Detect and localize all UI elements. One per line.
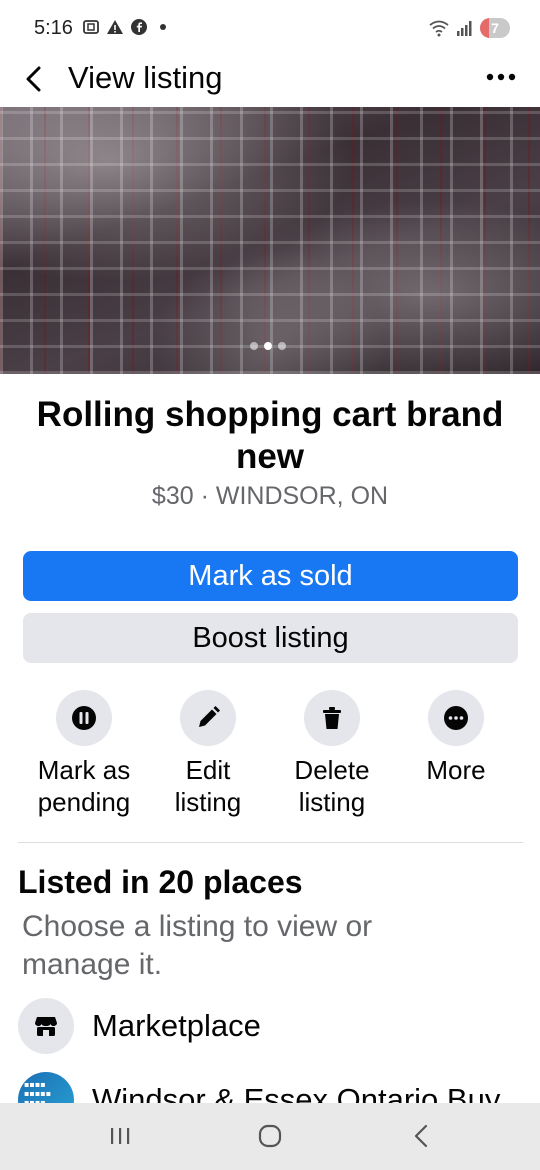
status-right-icons: 7 xyxy=(428,18,510,38)
status-left-icons xyxy=(82,18,166,36)
listing-photo[interactable] xyxy=(0,107,540,374)
more-horizontal-icon[interactable] xyxy=(484,66,518,88)
action-label: Mark as pending xyxy=(37,755,131,817)
facebook-messenger-icon xyxy=(131,19,147,35)
action-icon-circle xyxy=(56,690,112,746)
back-arrow-icon[interactable] xyxy=(18,62,52,96)
action-icon-circle xyxy=(428,690,484,746)
signal-icon xyxy=(457,21,472,36)
battery-icon: 7 xyxy=(480,18,510,38)
action-icon-circle xyxy=(180,690,236,746)
home-icon[interactable] xyxy=(255,1121,285,1151)
places-subtitle: Choose a listing to view or manage it. xyxy=(22,910,373,981)
action-label: Edit listing xyxy=(174,755,242,817)
edit-listing-action[interactable]: Edit listing xyxy=(146,690,270,818)
listing-price-location: $30 · WINDSOR, ON xyxy=(151,482,389,510)
battery-level: 7 xyxy=(491,20,499,36)
listing-title: Rolling shopping cart brand new xyxy=(36,395,504,476)
pager-dot xyxy=(250,342,258,350)
pencil-icon xyxy=(199,706,220,727)
dot-icon xyxy=(160,24,166,30)
mark-as-sold-button[interactable]: Mark as sold xyxy=(23,551,518,601)
section-divider xyxy=(18,842,523,843)
action-label: More xyxy=(426,755,486,785)
status-time: 5:16 xyxy=(34,17,73,39)
trash-icon xyxy=(323,707,341,729)
place-icon-circle xyxy=(18,998,74,1054)
places-title: Listed in 20 places xyxy=(18,864,303,900)
system-navigation-bar xyxy=(0,1103,540,1170)
status-bar: 5:16 7 xyxy=(0,0,540,58)
recent-apps-icon[interactable] xyxy=(105,1121,135,1151)
gallery-pager xyxy=(250,342,286,350)
pager-dot xyxy=(278,342,286,350)
place-item-marketplace[interactable]: Marketplace xyxy=(18,998,261,1054)
marketplace-store-icon xyxy=(35,1017,57,1036)
place-label: Marketplace xyxy=(92,1008,261,1043)
boost-listing-button[interactable]: Boost listing xyxy=(23,613,518,663)
pager-dot-active xyxy=(264,342,272,350)
page-title: View listing xyxy=(68,60,223,95)
action-label: Delete listing xyxy=(294,755,370,817)
more-action[interactable]: More xyxy=(394,690,518,818)
wifi-icon xyxy=(429,20,449,37)
app-header: View listing xyxy=(0,58,540,106)
photo-gloss xyxy=(0,107,540,374)
more-icon xyxy=(444,706,468,730)
action-icon-circle xyxy=(304,690,360,746)
mark-as-pending-action[interactable]: Mark as pending xyxy=(22,690,146,818)
delete-listing-action[interactable]: Delete listing xyxy=(270,690,394,818)
listing-actions: Mark as pending Edit listing Delete list… xyxy=(22,690,518,818)
pause-icon xyxy=(72,706,96,730)
warning-icon xyxy=(107,20,123,34)
screenshot-icon xyxy=(83,20,99,34)
back-nav-icon[interactable] xyxy=(407,1121,437,1151)
